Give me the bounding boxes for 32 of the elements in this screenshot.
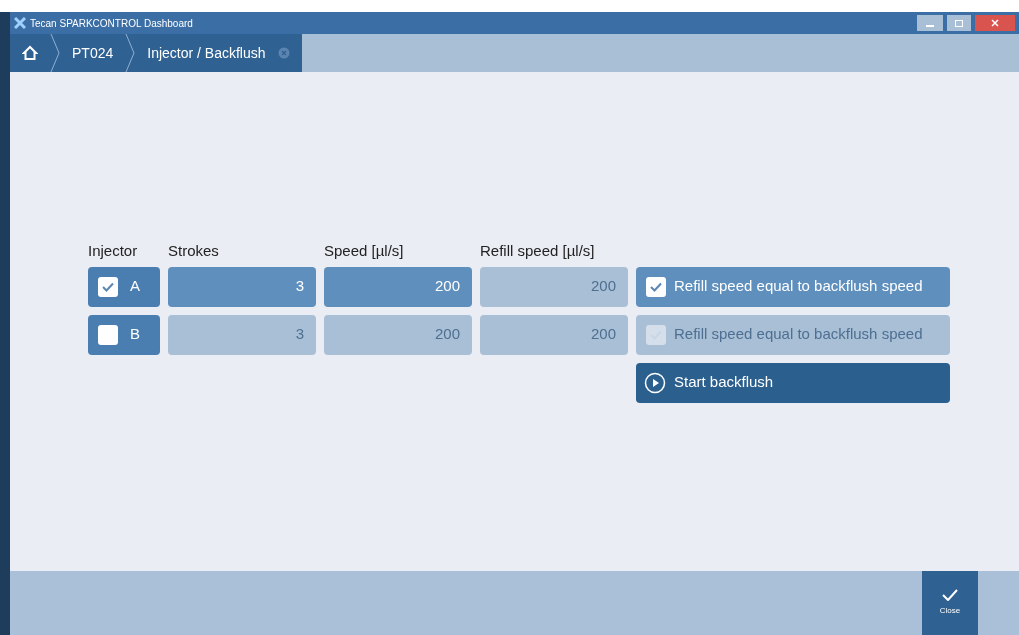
checkbox[interactable] (98, 324, 118, 345)
chevron-separator-icon (125, 34, 136, 72)
breadcrumb-item[interactable]: Injector / Backflush (135, 42, 278, 64)
number-field[interactable]: 200 (324, 266, 472, 307)
breadcrumb-item[interactable]: PT024 (60, 42, 126, 64)
maximize-button[interactable] (947, 15, 971, 31)
column-header: Injector (88, 241, 139, 261)
play-icon (644, 371, 666, 394)
minimize-button[interactable] (917, 15, 943, 31)
column-header: Speed [µl/s] (324, 241, 405, 261)
app-logo-icon (14, 17, 26, 29)
injector-toggle[interactable]: B (88, 314, 160, 355)
refill-equal-option[interactable]: Refill speed equal to backflush speed (636, 266, 950, 307)
close-icon (991, 19, 999, 27)
home-icon (22, 45, 38, 61)
close-button[interactable]: Close (922, 571, 978, 635)
column-header: Refill speed [µl/s] (480, 241, 596, 261)
chevron-separator-icon (50, 34, 60, 72)
injector-toggle[interactable]: A (88, 266, 160, 307)
option-label: Refill speed equal to backflush speed (674, 324, 923, 345)
checkmark-icon (942, 589, 958, 601)
start-backflush-button[interactable]: Start backflush (636, 362, 950, 403)
close-icon[interactable] (277, 47, 290, 59)
close-window-button[interactable] (975, 15, 1015, 31)
option-label: Refill speed equal to backflush speed (674, 276, 923, 297)
window-title: Tecan SPARKCONTROL Dashboard (30, 16, 193, 31)
number-field[interactable]: 3 (168, 266, 316, 307)
checkbox[interactable] (98, 276, 118, 297)
injector-label: B (130, 324, 140, 345)
column-header: Strokes (168, 241, 220, 261)
checkbox[interactable] (646, 276, 666, 297)
injector-label: A (130, 276, 140, 297)
